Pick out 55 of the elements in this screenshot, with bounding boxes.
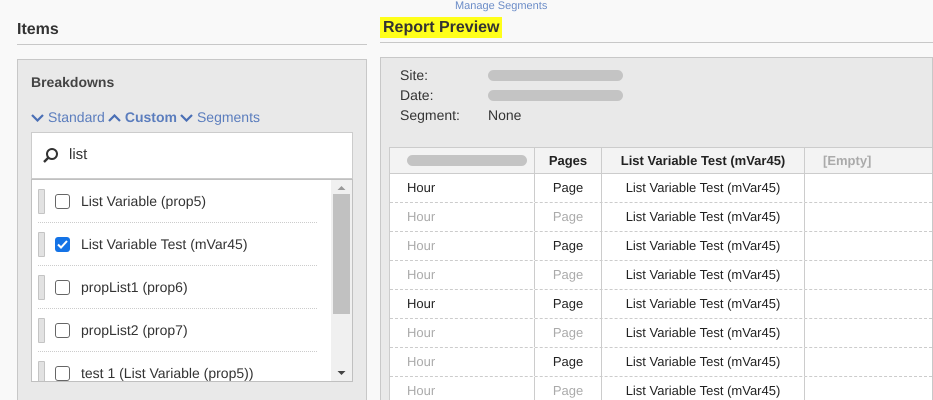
table-cell-text: Page [552,266,584,284]
breakdown-item[interactable]: propList1 (prop6) [81,276,188,298]
table-cell-text: List Variable Test (mVar45) [626,266,780,284]
chevron-down-icon [180,114,193,122]
info-label: Site: [400,66,430,85]
search-icon [42,147,59,164]
table-cell-text: Page [552,295,584,314]
drag-handle-icon[interactable] [38,232,45,256]
info-label: Date: [400,86,434,105]
table-cell-text: Hour [407,237,436,256]
info-value: None [488,106,522,125]
chevron-up-icon [108,114,121,122]
items-heading: Items [17,21,59,38]
table-cell-text: Hour [407,295,436,314]
checkbox[interactable] [55,194,70,208]
table-cell-text: List Variable Test (mVar45) [626,382,780,400]
table-cell-text: Page [552,208,584,226]
table-cell-text: Hour [407,266,436,284]
table-cell-text: List Variable Test (mVar45) [626,324,780,342]
table-cell-text: Hour [407,324,436,342]
table-cell-text: Page [552,353,584,372]
breakdowns-heading: Breakdowns [31,73,116,92]
table-cell-text: Hour [407,179,436,198]
scrollbar[interactable] [331,180,352,381]
table-cell-text: Page [552,382,584,400]
table-cell-text: Page [552,324,584,342]
table-cell-text: Page [552,237,584,256]
breakdown-item[interactable]: List Variable Test (mVar45) [81,234,248,254]
checkbox[interactable] [55,322,70,338]
breakdown-item[interactable]: List Variable (prop5) [81,190,206,212]
search-field[interactable]: list [31,132,353,179]
column-header: List Variable Test (mVar45) [620,152,786,170]
table-cell-text: List Variable Test (mVar45) [626,179,780,198]
info-label: Segment: [400,106,461,125]
checkbox[interactable] [55,366,70,380]
table-cell-text: List Variable Test (mVar45) [626,295,780,314]
table-cell-text: List Variable Test (mVar45) [626,353,780,372]
drag-handle-icon[interactable] [38,360,45,381]
column-header: [Empty] [823,152,872,170]
report-preview-heading: Report Preview [380,17,502,38]
checkbox[interactable] [55,280,70,294]
table-cell-text: List Variable Test (mVar45) [626,208,780,226]
table-cell-text: Hour [407,382,436,400]
table-cell-text: Hour [407,208,436,226]
table-cell-text: Page [552,179,584,198]
breakdown-item[interactable]: propList2 (prop7) [81,320,188,340]
breakdown-item[interactable]: test 1 (List Variable (prop5)) [81,362,254,381]
drag-handle-icon[interactable] [38,318,45,342]
drag-handle-icon[interactable] [38,274,45,300]
drag-handle-icon[interactable] [38,188,45,214]
table-cell-text: Hour [407,353,436,372]
column-header: Pages [548,152,588,170]
checkbox[interactable] [55,236,70,252]
chevron-down-icon [31,114,44,122]
table-cell-text: List Variable Test (mVar45) [626,237,780,256]
